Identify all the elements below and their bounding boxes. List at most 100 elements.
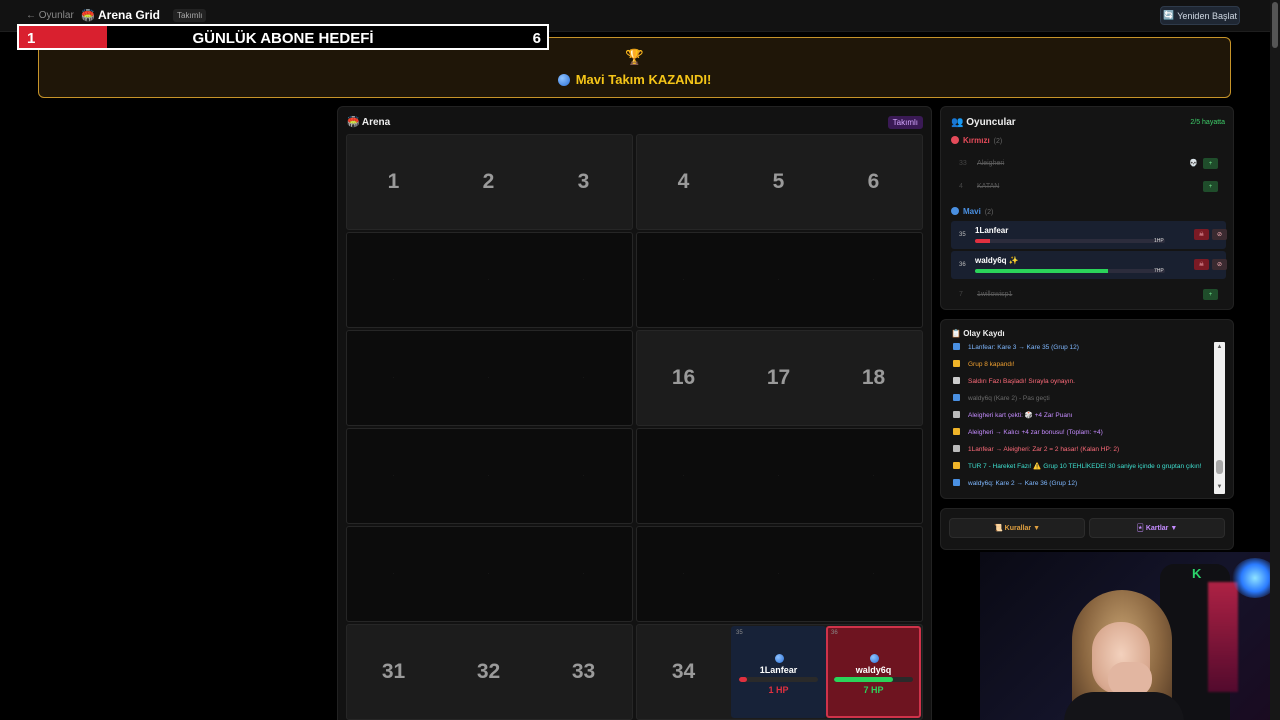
grid-cell[interactable]: 17 (731, 330, 826, 426)
arena-mode-badge: Takımlı (887, 116, 923, 129)
arena-title: Arena (361, 117, 391, 128)
player-index: 4 (959, 183, 963, 190)
grid-cell[interactable]: · (441, 526, 536, 622)
grid-cell[interactable]: · (731, 232, 826, 328)
grid-cell[interactable]: · (536, 330, 631, 426)
revive-button[interactable]: + (1203, 158, 1218, 169)
grid-cell[interactable]: · (826, 526, 921, 622)
log-entry: waldy6q (Kare 2) - Pas geçti (953, 391, 1215, 408)
app-title: Arena Grid (98, 8, 161, 22)
grid-cell[interactable]: · (826, 232, 921, 328)
grid-cell[interactable]: · (346, 526, 441, 622)
player-name: waldy6q (855, 665, 892, 675)
grid-cell[interactable]: 1 (346, 134, 441, 230)
hp-bar-fill (739, 677, 747, 682)
rules-button[interactable]: 📜 Kurallar ▼ (949, 518, 1085, 538)
cards-button[interactable]: 🃏 Kartlar ▼ (1089, 518, 1225, 538)
grid-cell-number: · (582, 473, 585, 479)
hp-bar-fill (975, 239, 991, 243)
winner-message: Mavi Takım KAZANDI! (39, 72, 1230, 87)
grid-cell[interactable]: 4 (636, 134, 731, 230)
log-entry-text: 1Lanfear: Kare 3 → Kare 35 (Grup 12) (968, 344, 1079, 351)
hp-bar-fill (975, 269, 1108, 273)
players-panel: 👥 Oyuncular 2/5 hayatta Kırmızı (2) 33 Al… (940, 106, 1234, 310)
player-cell-1lanfear[interactable]: 35 1Lanfear 1 HP (731, 626, 826, 718)
grid-cell-number: · (582, 277, 585, 283)
grid-cell[interactable]: · (636, 232, 731, 328)
subscriber-goal-bar: 1 GÜNLÜK ABONE HEDEFİ 6 (17, 24, 549, 50)
page-scrollbar[interactable] (1270, 0, 1280, 720)
scroll-thumb[interactable] (1216, 460, 1223, 474)
blue-team-icon (557, 74, 570, 86)
grid-cell[interactable]: · (441, 330, 536, 426)
revive-button[interactable]: + (1203, 289, 1218, 300)
log-entry: waldy6q: Kare 2 → Kare 36 (Grup 12) (953, 476, 1215, 493)
player-name-text: waldy6q (975, 256, 1007, 265)
grid-cell[interactable]: · (731, 428, 826, 524)
grid-cell[interactable]: 5 (731, 134, 826, 230)
log-entry: TUR 7 - Hareket Fazı! ⚠️ Grup 10 TEHLİKE… (953, 459, 1215, 476)
grid-cell[interactable]: · (346, 428, 441, 524)
remove-button[interactable]: ⊘ (1212, 259, 1227, 270)
player-name: Aleigheri (977, 160, 1005, 167)
grid-cell[interactable]: · (441, 232, 536, 328)
arena-panel: 🏟️ Arena Takımlı 1 2 3 4 5 6 · · · · · · · · · 16 17 18 · ·… (337, 106, 932, 720)
arena-heading: 🏟️ Arena (347, 117, 390, 128)
grid-cell[interactable]: · (636, 428, 731, 524)
grid-cell[interactable]: 32 (441, 624, 536, 720)
grid-cell[interactable]: · (826, 428, 921, 524)
grid-cell-number: 2 (482, 170, 495, 193)
grid-cell-number: · (487, 375, 490, 381)
grid-cell[interactable]: · (731, 526, 826, 622)
grid-cell[interactable]: 31 (346, 624, 441, 720)
grid-cell[interactable]: · (441, 428, 536, 524)
chair-logo-icon: K (1192, 566, 1202, 581)
grid-cell[interactable]: 34 (636, 624, 731, 720)
grid-cell[interactable]: 18 (826, 330, 921, 426)
log-entry-icon (953, 377, 960, 384)
kill-button[interactable]: ☠ (1194, 229, 1209, 240)
grid-cell-number: · (872, 571, 875, 577)
kill-button[interactable]: ☠ (1194, 259, 1209, 270)
refresh-icon: 🔄 (1163, 10, 1175, 20)
remove-button[interactable]: ⊘ (1212, 229, 1227, 240)
grid-cell[interactable]: 3 (536, 134, 631, 230)
grid-cell[interactable]: · (536, 232, 631, 328)
event-log-scrollbar[interactable]: ▲ ▼ (1214, 342, 1225, 494)
rules-label: Kurallar ▼ (1004, 524, 1040, 532)
grid-cell[interactable]: · (536, 526, 631, 622)
page-scroll-thumb[interactable] (1272, 2, 1278, 48)
grid-cell-number: · (872, 473, 875, 479)
back-to-games-link[interactable]: ← Oyunlar (26, 10, 74, 21)
event-log-list[interactable]: 1Lanfear: Kare 3 → Kare 35 (Grup 12) Grup… (953, 340, 1215, 494)
grid-cell-number: 32 (476, 660, 501, 683)
grid-cell[interactable]: · (346, 330, 441, 426)
grid-cell-number: · (682, 571, 685, 577)
grid-cell[interactable]: 16 (636, 330, 731, 426)
hp-value: 1HP (1154, 238, 1164, 244)
hp-bar (834, 677, 913, 682)
log-entry-icon (953, 479, 960, 486)
grid-cell[interactable]: 33 (536, 624, 631, 720)
info-buttons-panel: 📜 Kurallar ▼ 🃏 Kartlar ▼ (940, 508, 1234, 550)
player-cell-waldy6q[interactable]: 36 waldy6q 7 HP (826, 626, 921, 718)
restart-button[interactable]: 🔄 Yeniden Başlat (1160, 6, 1240, 25)
grid-cell-number: 1 (387, 170, 400, 193)
players-heading: 👥 Oyuncular (951, 117, 1016, 128)
grid-cell[interactable]: 2 (441, 134, 536, 230)
grid-cell[interactable]: · (536, 428, 631, 524)
grid-cell[interactable]: · (636, 526, 731, 622)
grid-cell[interactable]: · (346, 232, 441, 328)
scroll-down-arrow-icon[interactable]: ▼ (1215, 483, 1224, 492)
grid-cell[interactable]: 6 (826, 134, 921, 230)
grid-cell-number: · (777, 277, 780, 283)
revive-button[interactable]: + (1203, 181, 1218, 192)
red-team-count: (2) (993, 138, 1003, 145)
log-entry-text: Grup 8 kapandı! (968, 361, 1015, 368)
alive-count: 2/5 hayatta (1190, 119, 1225, 126)
hp-bar (975, 239, 1165, 243)
scroll-up-arrow-icon[interactable]: ▲ (1215, 343, 1224, 352)
players-icon: 👥 (951, 117, 964, 128)
log-entry-text: TUR 7 - Hareket Fazı! ⚠️ Grup 10 TEHLİKE… (968, 463, 1202, 470)
webcam-overlay: K (980, 552, 1280, 720)
